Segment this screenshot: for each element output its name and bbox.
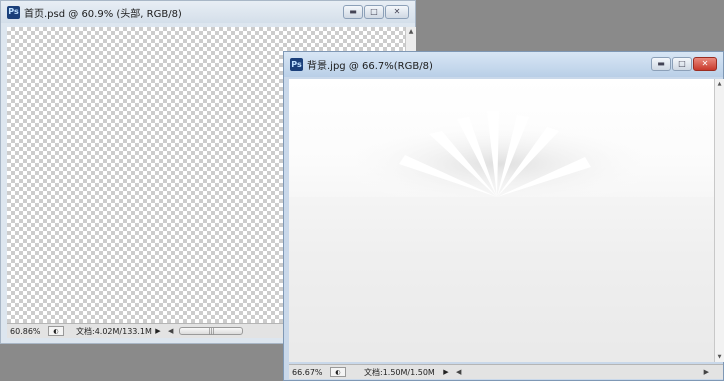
jpg-document-window[interactable]: Ps 背景.jpg @ 66.7%(RGB/8) ▬ □ ✕ ▲ ▼ 66.67… — [283, 51, 724, 381]
document-size: 文档:4.02M/133.1M — [76, 326, 152, 336]
scroll-down-icon[interactable]: ▼ — [715, 352, 724, 362]
zoom-level[interactable]: 66.67% — [289, 368, 330, 377]
psd-window-title: 首页.psd @ 60.9% (头部, RGB/8) — [24, 8, 182, 20]
close-icon[interactable]: ✕ — [385, 5, 409, 19]
jpg-window-title: 背景.jpg @ 66.7%(RGB/8) — [307, 61, 433, 72]
scroll-up-icon[interactable]: ▲ — [715, 79, 724, 89]
psd-window-titlebar[interactable]: Ps 首页.psd @ 60.9% (头部, RGB/8) ▬ □ ✕ — [1, 1, 415, 23]
horizontal-scroll-thumb[interactable]: ||| — [179, 327, 244, 335]
minimize-icon[interactable]: ▬ — [651, 57, 671, 71]
jpg-window-titlebar[interactable]: Ps 背景.jpg @ 66.7%(RGB/8) ▬ □ ✕ — [284, 52, 723, 77]
photoshop-doc-icon: Ps — [7, 5, 20, 19]
document-size: 文档:1.50M/1.50M — [364, 367, 435, 377]
photoshop-doc-icon: Ps — [290, 58, 303, 71]
close-icon[interactable]: ✕ — [693, 57, 717, 71]
scroll-up-icon[interactable]: ▲ — [406, 27, 416, 37]
jpg-status-bar: 66.67% ◐ 文档:1.50M/1.50M ▶ ◀ ▶ — [289, 364, 723, 379]
scroll-right-icon[interactable]: ▶ — [704, 368, 709, 376]
light-rays-graphic — [289, 111, 714, 362]
zoom-menu-icon[interactable]: ◐ — [330, 367, 346, 377]
zoom-menu-icon[interactable]: ◐ — [48, 326, 64, 336]
background-image-canvas[interactable] — [289, 79, 714, 362]
maximize-icon[interactable]: □ — [672, 57, 692, 71]
jpg-vertical-scrollbar[interactable]: ▲ ▼ — [714, 79, 724, 362]
zoom-level[interactable]: 60.86% — [7, 327, 48, 336]
scroll-left-icon[interactable]: ◀ — [456, 368, 461, 376]
status-menu-arrow-icon[interactable]: ▶ — [152, 327, 164, 335]
status-menu-arrow-icon[interactable]: ▶ — [440, 368, 452, 376]
minimize-icon[interactable]: ▬ — [343, 5, 363, 19]
scroll-left-icon[interactable]: ◀ — [168, 327, 173, 335]
maximize-icon[interactable]: □ — [364, 5, 384, 19]
